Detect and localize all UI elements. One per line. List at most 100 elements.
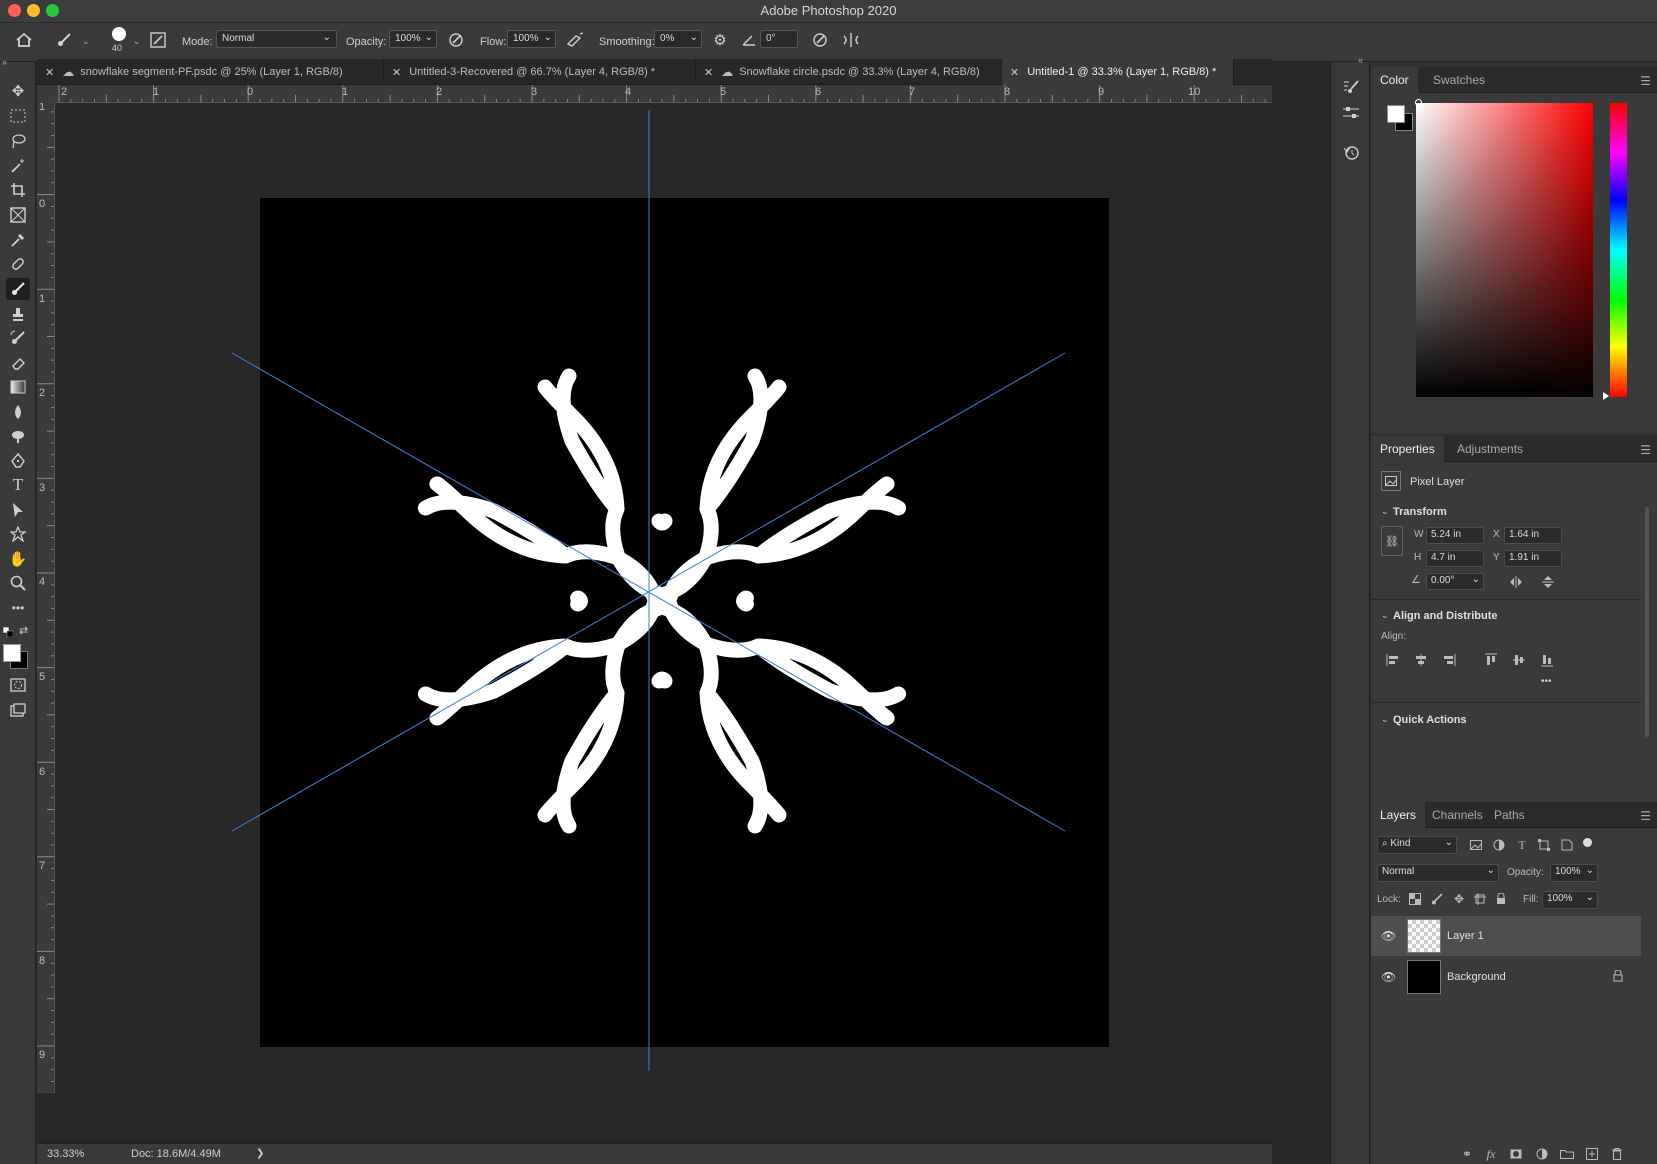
quick-actions-section-title[interactable]: Quick Actions [1393,714,1467,726]
layer-name[interactable]: Background [1447,971,1506,983]
close-tab-icon[interactable]: ✕ [45,66,54,79]
tab-color[interactable]: Color [1371,67,1418,93]
brush-settings-icon[interactable] [147,29,169,51]
hue-slider[interactable] [1610,103,1627,397]
rotation-field[interactable]: 0.00° ⌄ [1426,573,1484,590]
more-options-button[interactable]: ••• [1541,676,1552,687]
lock-position-icon[interactable]: ✥ [1450,890,1468,908]
brush-presets-panel-icon[interactable] [1340,102,1362,124]
collapse-tools-icon[interactable]: » [2,57,7,67]
magic-wand-tool-icon[interactable] [6,155,30,177]
layer-row[interactable]: 👁 Background [1371,957,1641,997]
pressure-opacity-icon[interactable] [445,29,467,51]
tab-channels[interactable]: Channels [1423,802,1492,828]
align-section-title[interactable]: Align and Distribute [1393,610,1498,622]
crop-tool-icon[interactable] [6,179,30,201]
scrollbar[interactable] [1645,507,1649,737]
color-field[interactable] [1416,103,1593,397]
eyedropper-tool-icon[interactable] [6,229,30,251]
document-tab[interactable]: ✕ ☁ Snowflake circle.psdc @ 33.3% (Layer… [696,59,1002,85]
healing-brush-tool-icon[interactable] [6,253,30,275]
new-group-icon[interactable] [1558,1145,1576,1163]
height-field[interactable]: 4.7 in [1426,550,1484,567]
shape-tool-icon[interactable] [6,523,30,545]
tab-paths[interactable]: Paths [1485,802,1534,828]
quick-mask-icon[interactable] [6,674,30,696]
y-field[interactable]: 1.91 in [1504,550,1562,567]
swap-colors-icon[interactable]: ⇄ [19,624,28,637]
filter-type-icon[interactable]: T [1513,836,1531,854]
hand-tool-icon[interactable]: ✋ [6,548,30,570]
tab-properties[interactable]: Properties [1371,436,1444,462]
link-layers-icon[interactable]: ⚭ [1458,1145,1476,1163]
status-menu-arrow[interactable]: ❯ [256,1148,264,1159]
history-panel-icon[interactable] [1340,141,1362,163]
layer-filter-select[interactable]: ⌕ Kind ⌄ [1377,836,1457,854]
document-tab[interactable]: ✕ ☁ snowflake segment-PF.psdc @ 25% (Lay… [37,59,384,85]
flip-vertical-icon[interactable] [1539,573,1557,591]
chevron-down-icon[interactable]: ⌄ [133,36,141,47]
smoothing-field[interactable]: 0% ⌄ [654,30,702,48]
panel-menu-icon[interactable]: ☰ [1640,809,1651,823]
frame-tool-icon[interactable] [6,204,30,226]
lock-pixels-icon[interactable] [1428,890,1446,908]
mode-select[interactable]: Normal ⌄ [216,30,337,48]
filter-toggle[interactable] [1583,838,1592,847]
panel-menu-icon[interactable]: ☰ [1640,74,1651,88]
brush-preset-icon[interactable] [53,29,75,51]
gear-icon[interactable]: ⚙ [709,29,731,51]
lock-icon[interactable] [1613,969,1623,985]
align-horizontal-center-icon[interactable] [1412,651,1430,669]
tab-adjustments[interactable]: Adjustments [1448,436,1532,462]
brush-tool-icon[interactable] [6,278,30,300]
lock-artboard-icon[interactable] [1471,890,1489,908]
gradient-tool-icon[interactable] [6,376,30,398]
more-tools-icon[interactable]: ••• [6,597,30,619]
foreground-color-swatch[interactable] [3,644,21,662]
layer-row[interactable]: 👁 Layer 1 [1371,916,1641,956]
filter-shape-icon[interactable] [1535,836,1553,854]
align-top-icon[interactable] [1482,651,1500,669]
flip-horizontal-icon[interactable] [1507,573,1525,591]
close-tab-icon[interactable]: ✕ [392,66,401,79]
width-field[interactable]: 5.24 in [1426,527,1484,544]
x-field[interactable]: 1.64 in [1504,527,1562,544]
brush-tip-preview[interactable] [112,27,126,41]
document-tab-active[interactable]: ✕ Untitled-1 @ 33.3% (Layer 1, RGB/8) * [1002,59,1234,85]
marquee-tool-icon[interactable] [6,105,30,127]
clone-stamp-tool-icon[interactable] [6,303,30,325]
tab-layers[interactable]: Layers [1371,802,1426,828]
fill-field[interactable]: 100% ⌄ [1542,891,1598,909]
chevron-down-icon[interactable]: ⌄ [82,36,90,47]
airbrush-icon[interactable] [564,29,586,51]
collapse-panels-icon[interactable]: « [1358,55,1363,65]
path-selection-tool-icon[interactable] [6,499,30,521]
lock-transparent-icon[interactable] [1406,890,1424,908]
hue-slider-handle[interactable] [1603,392,1609,400]
dodge-tool-icon[interactable] [6,425,30,447]
panel-menu-icon[interactable]: ☰ [1640,443,1651,457]
opacity-field[interactable]: 100% ⌄ [389,30,437,48]
symmetry-icon[interactable] [840,29,862,51]
color-picker-cursor[interactable] [1415,99,1422,106]
history-brush-tool-icon[interactable] [6,327,30,349]
new-adjustment-icon[interactable] [1533,1145,1551,1163]
blur-tool-icon[interactable] [6,401,30,423]
new-layer-icon[interactable] [1583,1145,1601,1163]
link-icon[interactable]: ⛓ [1381,526,1403,556]
zoom-level[interactable]: 33.33% [47,1148,84,1160]
align-vertical-center-icon[interactable] [1510,651,1528,669]
pen-tool-icon[interactable] [6,450,30,472]
default-colors-icon[interactable] [2,626,14,638]
canvas-area[interactable] [55,103,1272,1093]
blend-mode-select[interactable]: Normal ⌄ [1377,864,1499,882]
zoom-tool-icon[interactable] [6,572,30,594]
pressure-size-icon[interactable] [809,29,831,51]
filter-smart-object-icon[interactable] [1558,836,1576,854]
layer-name[interactable]: Layer 1 [1447,930,1484,942]
eraser-tool-icon[interactable] [6,352,30,374]
type-tool-icon[interactable]: T [6,474,30,496]
chevron-down-icon[interactable]: ⌄ [1381,714,1389,725]
chevron-down-icon[interactable]: ⌄ [1381,506,1389,517]
close-tab-icon[interactable]: ✕ [1010,66,1019,79]
